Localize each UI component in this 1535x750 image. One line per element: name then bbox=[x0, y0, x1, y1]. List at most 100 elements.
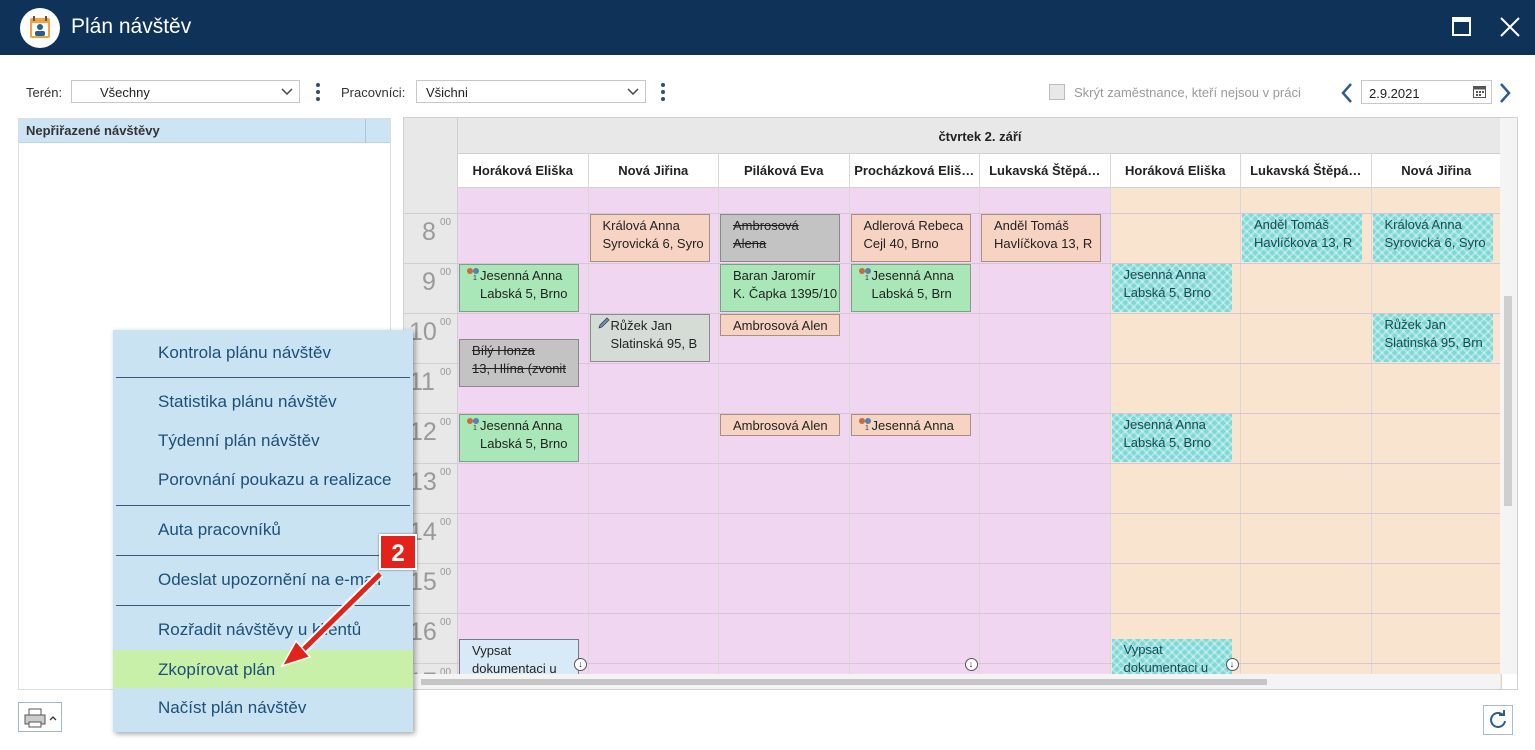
grid-corner bbox=[404, 118, 458, 214]
visit-address: Syrovická 6, Syro bbox=[1384, 235, 1486, 250]
visit-event[interactable]: Růžek Jan Slatinská 95, Brn bbox=[1373, 314, 1493, 362]
visit-event[interactable]: 1 Jesenná Anna bbox=[850, 414, 971, 436]
visit-address: Labská 5, Brno bbox=[1123, 435, 1211, 450]
hour-gridline bbox=[458, 563, 1502, 564]
visit-address: Labská 5, Brn bbox=[871, 286, 952, 301]
staff-column-header[interactable]: Horáková Eliška bbox=[1110, 154, 1241, 188]
printer-icon bbox=[24, 708, 57, 728]
visit-event[interactable]: 1 Jesenná Anna Labská 5, Brn bbox=[850, 264, 971, 312]
visit-client: Jesenná Anna bbox=[480, 418, 563, 433]
visit-event[interactable]: Ambrosová Alena bbox=[720, 214, 840, 262]
pracovnici-select[interactable]: Všichni bbox=[416, 80, 646, 103]
print-button[interactable] bbox=[18, 702, 62, 732]
hour-gridline bbox=[458, 663, 1502, 664]
hour-gridline bbox=[458, 463, 1502, 464]
refresh-icon bbox=[1490, 710, 1506, 728]
staff-column-header[interactable]: Piláková Eva bbox=[719, 154, 850, 188]
schedule-grid[interactable]: čtvrtek 2. září Horáková Eliška Nová Jiři… bbox=[403, 117, 1518, 690]
menu-separator bbox=[116, 377, 410, 378]
expand-down-icon[interactable]: ↓ bbox=[574, 658, 587, 671]
visit-event[interactable]: 1 Jesenná Anna Labská 5, Brno bbox=[459, 264, 579, 312]
menu-item[interactable]: Zkopírovat plán bbox=[113, 650, 413, 688]
group-visit-icon: 1 bbox=[858, 417, 872, 432]
visit-client: Jesenná Anna bbox=[871, 418, 954, 433]
visit-event[interactable]: Růžek Jan Slatinská 95, B bbox=[589, 314, 710, 362]
header-divider bbox=[365, 119, 366, 143]
visit-client: Baran Jaromír bbox=[733, 268, 816, 283]
visit-event[interactable]: Ambrosová Alen bbox=[720, 314, 840, 336]
menu-item[interactable]: Kontrola plánu návštěv bbox=[113, 333, 413, 371]
hour-gridline bbox=[458, 263, 1502, 264]
visit-address: Labská 5, Brno bbox=[480, 286, 568, 301]
calendar-user-icon bbox=[20, 8, 60, 48]
hide-employees-label: Skrýt zaměstnance, kteří nejsou v práci bbox=[1074, 85, 1301, 100]
visit-client: Ambrosová Alen bbox=[733, 318, 828, 333]
group-visit-icon: 1 bbox=[466, 417, 480, 432]
visit-event[interactable]: Ambrosová Alen bbox=[720, 414, 840, 436]
visit-event[interactable]: 1 Jesenná Anna Labská 5, Brno bbox=[459, 414, 579, 462]
close-button[interactable] bbox=[1497, 14, 1523, 40]
visit-event[interactable]: Adlerová Rebeca Cejl 40, Brno bbox=[850, 214, 971, 262]
staff-column-header[interactable]: Horáková Eliška bbox=[458, 154, 589, 188]
pencil-icon bbox=[597, 317, 611, 330]
scroll-thumb[interactable] bbox=[421, 679, 1267, 685]
menu-item[interactable]: Statistika plánu návštěv bbox=[113, 382, 413, 420]
vertical-scrollbar[interactable] bbox=[1500, 118, 1517, 674]
visit-client: Vypsat bbox=[472, 643, 512, 658]
staff-column-header[interactable]: Lukavská Štěpá… bbox=[1241, 154, 1372, 188]
menu-item[interactable]: Rozřadit návštěvy u klientů bbox=[113, 610, 413, 648]
svg-text:1: 1 bbox=[473, 425, 477, 430]
scroll-thumb[interactable] bbox=[1504, 296, 1512, 506]
pracovnici-label: Pracovníci: bbox=[341, 85, 406, 100]
staff-column-header[interactable]: Lukavská Štěpá… bbox=[980, 154, 1111, 188]
menu-item[interactable]: Načíst plán návštěv bbox=[113, 688, 413, 726]
menu-item[interactable]: Auta pracovníků bbox=[113, 510, 413, 548]
hide-employees-checkbox[interactable] bbox=[1049, 84, 1065, 100]
visit-address: Labská 5, Brno bbox=[1123, 285, 1211, 300]
chevron-left-icon[interactable] bbox=[1339, 82, 1355, 104]
visit-client: Anděl Tomáš bbox=[994, 218, 1069, 233]
visit-event[interactable]: Anděl Tomáš Havlíčkova 13, R bbox=[1242, 214, 1362, 262]
visit-event[interactable]: Bílý Honza 13, Hlína (zvonit bbox=[459, 339, 579, 387]
visit-client: Jesenná Anna bbox=[1123, 417, 1206, 432]
unassigned-visits-header: Nepřiřazené návštěvy bbox=[19, 119, 390, 143]
expand-down-icon[interactable]: ↓ bbox=[1225, 658, 1239, 671]
group-visit-icon: 1 bbox=[858, 267, 872, 282]
svg-text:1: 1 bbox=[473, 275, 477, 280]
hour-gridline bbox=[458, 613, 1502, 614]
menu-item[interactable]: Porovnání poukazu a realizace bbox=[113, 460, 413, 498]
maximize-button[interactable] bbox=[1451, 16, 1473, 38]
visit-event[interactable]: Jesenná Anna Labská 5, Brno bbox=[1112, 264, 1232, 312]
staff-column-header[interactable]: Procházková Eliš… bbox=[849, 154, 980, 188]
visit-client: Jesenná Anna bbox=[871, 268, 954, 283]
chevron-down-icon bbox=[281, 88, 293, 96]
hour-label: 8 00 bbox=[404, 213, 458, 263]
visit-client: Adlerová Rebeca bbox=[863, 218, 964, 233]
chevron-right-icon[interactable] bbox=[1497, 82, 1513, 104]
menu-item[interactable]: Týdenní plán návštěv bbox=[113, 421, 413, 459]
horizontal-scrollbar[interactable] bbox=[404, 674, 1500, 689]
day-header: čtvrtek 2. září bbox=[458, 118, 1502, 154]
visit-client: Králová Anna bbox=[1384, 217, 1462, 232]
menu-separator bbox=[116, 505, 410, 506]
staff-column-header[interactable]: Nová Jiřina bbox=[1371, 154, 1502, 188]
teren-value: Všechny bbox=[100, 85, 150, 100]
teren-select[interactable]: Všechny bbox=[71, 80, 300, 103]
teren-more-icon[interactable] bbox=[314, 81, 322, 103]
visit-address: 13, Hlína (zvonit bbox=[472, 361, 566, 376]
visit-client: Růžek Jan bbox=[1384, 317, 1446, 332]
visit-event[interactable]: Králová Anna Syrovická 6, Syro bbox=[589, 214, 710, 262]
visit-event[interactable]: Baran Jaromír K. Čapka 1395/10 bbox=[720, 264, 840, 312]
visit-event[interactable]: Králová Anna Syrovická 6, Syro bbox=[1373, 214, 1493, 262]
visit-address: Labská 5, Brno bbox=[480, 436, 568, 451]
visit-event[interactable]: Anděl Tomáš Havlíčkova 13, R bbox=[981, 214, 1101, 262]
pracovnici-more-icon[interactable] bbox=[659, 81, 667, 103]
expand-down-icon[interactable]: ↓ bbox=[964, 658, 978, 671]
visit-address: Slatinská 95, Brn bbox=[1384, 335, 1483, 350]
staff-column-header[interactable]: Nová Jiřina bbox=[588, 154, 719, 188]
calendar-icon[interactable] bbox=[1473, 85, 1486, 98]
menu-item[interactable]: Odeslat upozornění na e-mail bbox=[113, 560, 413, 598]
chevron-down-icon bbox=[627, 88, 639, 96]
visit-event[interactable]: Jesenná Anna Labská 5, Brno bbox=[1112, 414, 1232, 462]
refresh-button[interactable] bbox=[1483, 705, 1513, 735]
